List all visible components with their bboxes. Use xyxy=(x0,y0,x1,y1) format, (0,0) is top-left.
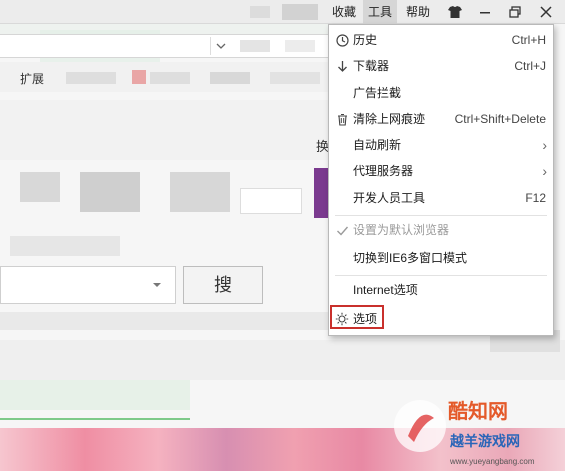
menu-item-developer-tools[interactable]: 开发人员工具 F12 xyxy=(329,186,553,211)
blur-block xyxy=(170,172,230,212)
minimize-icon[interactable] xyxy=(470,0,500,24)
menu-item-label: 历史 xyxy=(353,33,378,47)
menu-item-label: 下载器 xyxy=(353,59,390,73)
shortcut-text: Ctrl+Shift+Delete xyxy=(454,112,546,126)
blur-block xyxy=(66,72,116,84)
extensions-label[interactable]: 扩展 xyxy=(20,70,44,87)
menu-item-proxy-server[interactable]: 代理服务器 › xyxy=(329,159,553,184)
chevron-down-icon[interactable] xyxy=(210,37,230,55)
close-icon[interactable] xyxy=(531,0,561,24)
menu-item-label: 切换到IE6多窗口模式 xyxy=(353,251,468,265)
search-button[interactable]: 搜 xyxy=(183,266,263,304)
menu-separator xyxy=(335,275,547,276)
blur-block xyxy=(150,72,190,84)
menu-separator xyxy=(335,215,547,216)
watermark-logo: 酷知网 越羊游戏网 www.yueyangbang.com xyxy=(388,388,565,471)
blur-block xyxy=(250,6,270,18)
menu-item-set-default-browser: 设置为默认浏览器 xyxy=(329,218,553,243)
menu-item-label: 开发人员工具 xyxy=(353,191,426,205)
tools-dropdown-menu: 历史 Ctrl+H 下载器 Ctrl+J 广告拦截 清除上网痕迹 Ctrl+Sh… xyxy=(328,24,554,336)
blur-block xyxy=(0,312,330,330)
maximize-icon[interactable] xyxy=(500,0,530,24)
browser-titlebar: 收藏 工具 帮助 xyxy=(0,0,565,24)
menu-item-label: 代理服务器 xyxy=(353,164,414,178)
shortcut-text: Ctrl+H xyxy=(511,33,546,47)
menu-item-label: 广告拦截 xyxy=(353,86,402,100)
svg-text:酷知网: 酷知网 xyxy=(448,399,508,423)
menu-favorites[interactable]: 收藏 xyxy=(327,0,361,24)
clock-icon xyxy=(335,33,349,47)
highlight-box xyxy=(330,305,384,329)
check-icon xyxy=(335,223,349,237)
download-icon xyxy=(335,59,349,73)
shortcut-text: F12 xyxy=(525,191,546,205)
chevron-right-icon: › xyxy=(542,137,547,153)
shirt-icon[interactable] xyxy=(440,0,470,24)
blur-block xyxy=(240,40,270,52)
menu-item-auto-refresh[interactable]: 自动刷新 › xyxy=(329,133,553,158)
menu-item-ie6-mode[interactable]: 切换到IE6多窗口模式 xyxy=(329,246,553,271)
menu-item-label: 自动刷新 xyxy=(353,138,402,152)
menu-item-label: Internet选项 xyxy=(353,283,418,297)
menu-item-label: 清除上网痕迹 xyxy=(353,112,426,126)
blur-block xyxy=(0,100,330,160)
svg-text:越羊游戏网: 越羊游戏网 xyxy=(449,433,520,449)
blur-block xyxy=(240,188,302,214)
menu-item-ad-block[interactable]: 广告拦截 xyxy=(329,81,553,106)
blur-block xyxy=(0,340,565,380)
blur-block xyxy=(0,380,190,410)
menu-item-internet-options[interactable]: Internet选项 xyxy=(329,278,553,303)
shortcut-text: Ctrl+J xyxy=(514,59,546,73)
blur-block xyxy=(285,40,315,52)
search-input[interactable] xyxy=(0,266,176,304)
blur-block xyxy=(10,236,120,256)
blur-block xyxy=(0,418,190,420)
blur-block xyxy=(80,172,140,212)
svg-text:www.yueyangbang.com: www.yueyangbang.com xyxy=(449,457,535,466)
menu-help[interactable]: 帮助 xyxy=(399,0,437,24)
blur-block xyxy=(210,72,250,84)
blur-block xyxy=(20,172,60,202)
blur-block xyxy=(270,72,320,84)
trash-icon xyxy=(335,112,349,126)
chevron-down-icon[interactable] xyxy=(151,279,163,294)
menu-item-label: 设置为默认浏览器 xyxy=(353,223,450,237)
blur-block xyxy=(132,70,146,84)
blur-block xyxy=(282,4,318,20)
menu-item-history[interactable]: 历史 Ctrl+H xyxy=(329,28,553,53)
menu-tools[interactable]: 工具 xyxy=(363,0,397,24)
menu-item-downloader[interactable]: 下载器 Ctrl+J xyxy=(329,54,553,79)
menu-item-clear-history[interactable]: 清除上网痕迹 Ctrl+Shift+Delete xyxy=(329,107,553,132)
address-bar[interactable] xyxy=(0,34,330,58)
favorites-bar: 扩展 xyxy=(0,62,330,92)
chevron-right-icon: › xyxy=(542,163,547,179)
